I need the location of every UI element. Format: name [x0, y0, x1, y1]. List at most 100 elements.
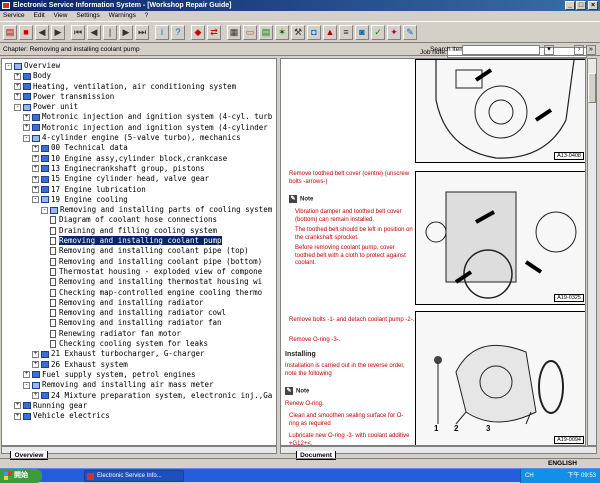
menu-view[interactable]: View: [54, 12, 68, 19]
info-icon[interactable]: i: [155, 25, 169, 40]
expand-icon[interactable]: +: [32, 350, 39, 358]
tree-node[interactable]: - 4-cylinder engine (5-valve turbo), mech…: [2, 133, 276, 143]
back-icon[interactable]: ◀: [35, 25, 49, 40]
forward-icon[interactable]: ▶: [51, 25, 65, 40]
menu-warnings[interactable]: Warnings: [109, 12, 136, 19]
expand-icon[interactable]: +: [14, 72, 21, 80]
search-input[interactable]: [462, 45, 540, 55]
menu-service[interactable]: Service: [3, 12, 25, 19]
tree-node[interactable]: Removing and installing radiator cowl: [2, 308, 276, 318]
tree-node[interactable]: Removing and installing coolant pipe (bo…: [2, 257, 276, 267]
tree-node[interactable]: +00 Technical data: [2, 143, 276, 153]
print-icon[interactable]: ▤: [3, 25, 17, 40]
car-icon[interactable]: ◘: [307, 25, 321, 40]
stop-icon[interactable]: ■: [19, 25, 33, 40]
next-page-icon[interactable]: ▶: [119, 25, 133, 40]
ime-indicator[interactable]: CH: [525, 469, 534, 483]
tree-node[interactable]: +13 Enginecrankshaft group, pistons: [2, 164, 276, 174]
collapse-icon[interactable]: -: [32, 196, 39, 204]
expand-icon[interactable]: +: [23, 371, 30, 379]
expand-icon[interactable]: +: [32, 361, 39, 369]
nav-last-icon[interactable]: »: [586, 45, 596, 55]
tree-node[interactable]: Renewing radiator fan motor: [2, 329, 276, 339]
menu-help[interactable]: ?: [145, 12, 149, 19]
tree-node[interactable]: +15 Engine cylinder head, valve gear: [2, 174, 276, 184]
tree-node[interactable]: - Power unit: [2, 102, 276, 112]
maximize-button[interactable]: □: [576, 1, 586, 10]
tree-node[interactable]: Removing and installing coolant pump: [2, 236, 276, 246]
collapse-icon[interactable]: -: [14, 103, 21, 111]
split-icon[interactable]: |: [103, 25, 117, 40]
expand-icon[interactable]: +: [32, 392, 39, 399]
tree-node[interactable]: + Motronic injection and ignition system …: [2, 123, 276, 133]
list-icon[interactable]: ≡: [339, 25, 353, 40]
document-icon[interactable]: ▤: [259, 25, 273, 40]
vehicle-icon[interactable]: ◙: [355, 25, 369, 40]
expand-icon[interactable]: +: [32, 175, 39, 183]
document-vertical-scrollbar[interactable]: [587, 58, 597, 446]
help-icon[interactable]: ?: [171, 25, 185, 40]
tree-node[interactable]: +24 Mixture preparation system, electron…: [2, 391, 276, 401]
menu-edit[interactable]: Edit: [34, 12, 45, 19]
tree-node[interactable]: - 19 Engine cooling: [2, 195, 276, 205]
tree-node[interactable]: Removing and installing radiator: [2, 298, 276, 308]
scroll-thumb[interactable]: [588, 73, 596, 103]
wrench-icon[interactable]: ✎: [403, 25, 417, 40]
bookmark-icon[interactable]: ◆: [191, 25, 205, 40]
nav-next-icon[interactable]: ›: [574, 45, 584, 55]
prev-page-icon[interactable]: ◀: [87, 25, 101, 40]
close-button[interactable]: ×: [588, 1, 598, 10]
tree-node[interactable]: + Body: [2, 71, 276, 81]
menu-settings[interactable]: Settings: [76, 12, 100, 19]
tree-node[interactable]: + Power transmission: [2, 92, 276, 102]
tools-icon[interactable]: ⚒: [291, 25, 305, 40]
collapse-icon[interactable]: -: [41, 206, 48, 214]
taskbar-item[interactable]: Electronic Service Info...: [84, 470, 184, 482]
first-page-icon[interactable]: ⏮: [71, 25, 85, 40]
expand-icon[interactable]: +: [23, 113, 30, 121]
expand-icon[interactable]: +: [14, 93, 21, 101]
grid-icon[interactable]: ▦: [227, 25, 241, 40]
tree-node[interactable]: Checking cooling system for leaks: [2, 339, 276, 349]
tree-node[interactable]: Diagram of coolant hose connections: [2, 215, 276, 225]
minimize-button[interactable]: _: [565, 1, 575, 10]
expand-icon[interactable]: +: [14, 402, 21, 410]
last-page-icon[interactable]: ⏭: [135, 25, 149, 40]
tree-node[interactable]: Removing and installing coolant pipe (to…: [2, 246, 276, 256]
settings-icon[interactable]: ✦: [387, 25, 401, 40]
star-icon[interactable]: ✶: [275, 25, 289, 40]
tree-node[interactable]: + Running gear: [2, 401, 276, 411]
expand-icon[interactable]: +: [32, 155, 39, 163]
collapse-icon[interactable]: -: [5, 62, 12, 70]
tree-node[interactable]: + Motronic injection and ignition system …: [2, 112, 276, 122]
tree-node[interactable]: Checking map-controlled engine cooling t…: [2, 288, 276, 298]
navigation-tree[interactable]: - Overview + Body + Heating, ventilation, air…: [1, 58, 277, 446]
tree-node[interactable]: +21 Exhaust turbocharger, G-charger: [2, 349, 276, 359]
tree-node[interactable]: Draining and filling cooling system: [2, 226, 276, 236]
collapse-icon[interactable]: -: [23, 134, 30, 142]
expand-icon[interactable]: +: [32, 165, 39, 173]
tree-node[interactable]: +17 Engine lubrication: [2, 185, 276, 195]
collapse-icon[interactable]: -: [23, 381, 30, 389]
search-dropdown-icon[interactable]: ▾: [544, 45, 554, 55]
tree-node[interactable]: + Heating, ventilation, air conditioning …: [2, 82, 276, 92]
start-button[interactable]: 開始: [0, 469, 42, 483]
tree-node[interactable]: - Removing and installing air mass meter: [2, 380, 276, 390]
tree-node[interactable]: +10 Engine assy,cylinder block,crankcase: [2, 154, 276, 164]
tree-node[interactable]: Removing and installing thermostat housi…: [2, 277, 276, 287]
tree-node[interactable]: + Vehicle electrics: [2, 411, 276, 421]
expand-icon[interactable]: +: [32, 186, 39, 194]
warning-icon[interactable]: ▲: [323, 25, 337, 40]
expand-icon[interactable]: +: [14, 83, 21, 91]
tree-node[interactable]: - Removing and installing parts of coolin…: [2, 205, 276, 215]
tree-node[interactable]: Removing and installing radiator fan: [2, 318, 276, 328]
expand-icon[interactable]: +: [14, 412, 21, 420]
tree-node[interactable]: Thermostat housing - exploded view of co…: [2, 267, 276, 277]
tree-node[interactable]: + Fuel supply system, petrol engines: [2, 370, 276, 380]
tree-node[interactable]: +26 Exhaust system: [2, 360, 276, 370]
check-icon[interactable]: ✓: [371, 25, 385, 40]
expand-icon[interactable]: +: [23, 124, 30, 132]
tree-node[interactable]: - Overview: [2, 61, 276, 71]
expand-icon[interactable]: +: [32, 144, 39, 152]
swap-icon[interactable]: ⇄: [207, 25, 221, 40]
